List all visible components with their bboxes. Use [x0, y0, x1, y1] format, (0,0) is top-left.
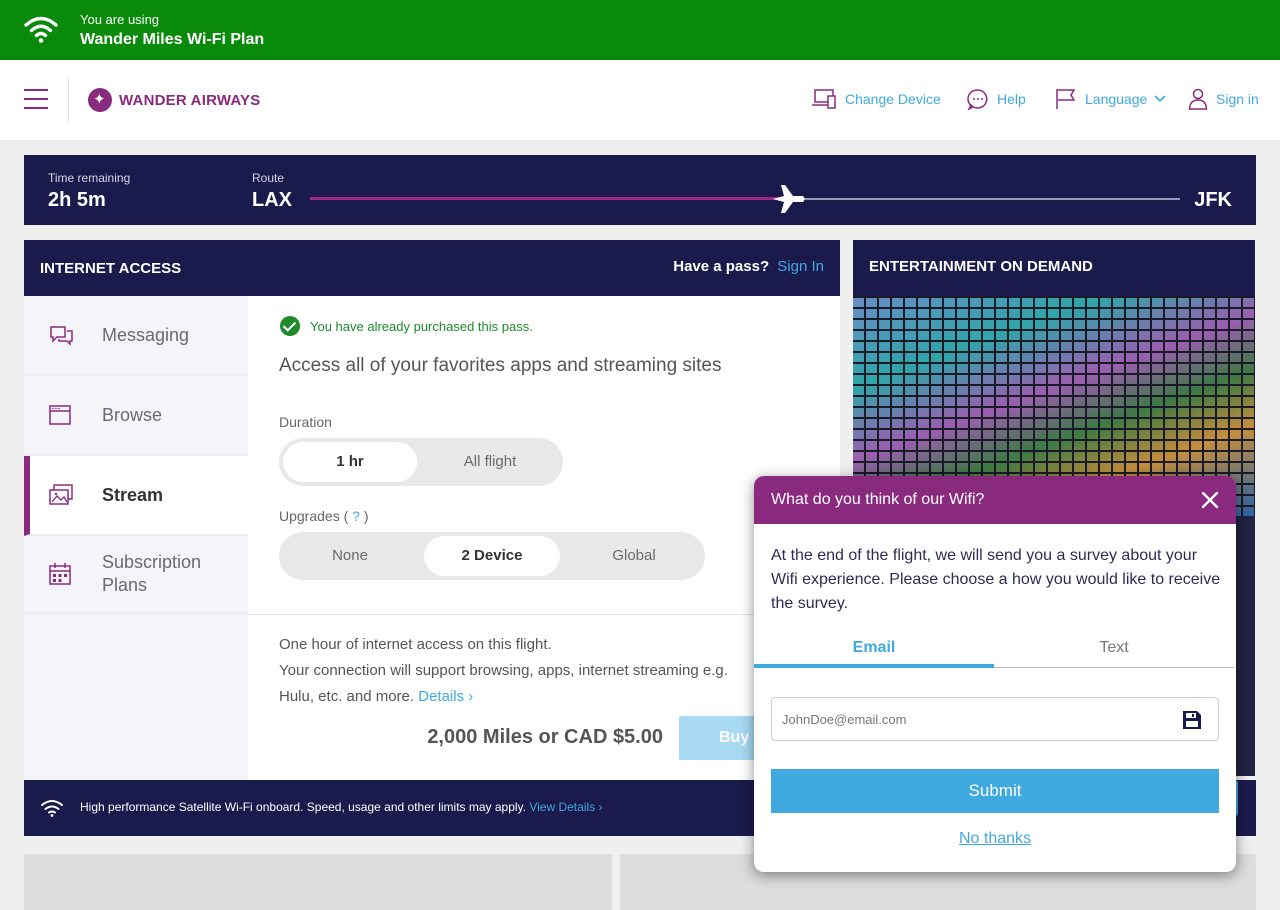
- close-icon[interactable]: [1200, 490, 1220, 510]
- banner-caption: You are using: [80, 12, 160, 27]
- duration-selector: 1 hr All flight: [279, 438, 563, 486]
- gallery-icon: [49, 484, 73, 505]
- description-line: Your connection will support browsing, a…: [279, 662, 728, 679]
- time-remaining-value: 2h 5m: [48, 189, 106, 211]
- upgrades-label-text: Upgrades (: [279, 508, 349, 524]
- pass-details-panel: You have already purchased this pass. Ac…: [248, 296, 840, 780]
- sign-in-label: Sign in: [1216, 91, 1259, 107]
- survey-title: What do you think of our Wifi?: [771, 491, 985, 508]
- chat-bubble-icon: [967, 89, 988, 110]
- have-pass-prompt: Have a pass? Sign In: [673, 258, 824, 275]
- internet-access-header: INTERNET ACCESS Have a pass? Sign In: [24, 240, 840, 296]
- upgrade-selector: None 2 Device Global: [279, 532, 705, 580]
- purchase-status-text: You have already purchased this pass.: [310, 318, 533, 334]
- brand-logo[interactable]: WANDER AIRWAYS: [88, 88, 260, 112]
- upgrades-label-close: ): [363, 508, 369, 524]
- banner-plan-name: Wander Miles Wi-Fi Plan: [80, 31, 265, 48]
- change-device-button[interactable]: Change Device: [811, 88, 941, 110]
- sidebar-item-label: Stream: [102, 484, 164, 505]
- tab-email[interactable]: Email: [754, 636, 994, 668]
- wifi-info-message: High performance Satellite Wi-Fi onboard…: [80, 800, 526, 814]
- flag-icon: [1056, 89, 1076, 109]
- wifi-plan-banner: You are using Wander Miles Wi-Fi Plan: [0, 0, 1280, 60]
- wifi-survey-dialog: What do you think of our Wifi? At the en…: [754, 476, 1236, 872]
- pass-sign-in-link[interactable]: Sign In: [777, 258, 824, 275]
- duration-label: Duration: [279, 414, 332, 430]
- no-thanks-link[interactable]: No thanks: [754, 830, 1236, 848]
- duration-option-1hr[interactable]: 1 hr: [283, 442, 417, 482]
- brand-name: WANDER AIRWAYS: [119, 91, 261, 109]
- pass-headline: Access all of your favorites apps and st…: [279, 355, 722, 376]
- wifi-icon: [24, 16, 58, 43]
- hamburger-menu-button[interactable]: [24, 89, 48, 111]
- devices-icon: [812, 89, 836, 109]
- time-remaining-label: Time remaining: [48, 171, 131, 185]
- entertainment-header: ENTERTAINMENT ON DEMAND: [853, 240, 1255, 296]
- survey-dialog-header: What do you think of our Wifi?: [754, 476, 1236, 524]
- tab-text[interactable]: Text: [994, 636, 1234, 668]
- upgrades-help-link[interactable]: ?: [352, 508, 360, 524]
- email-field[interactable]: [782, 708, 1162, 730]
- details-link[interactable]: Details ›: [418, 688, 473, 705]
- help-label: Help: [997, 91, 1026, 107]
- upgrade-option-none[interactable]: None: [283, 536, 417, 576]
- chevron-down-icon: [1154, 95, 1166, 103]
- entertainment-title: ENTERTAINMENT ON DEMAND: [869, 258, 1093, 275]
- change-device-label: Change Device: [845, 91, 941, 107]
- sidebar-item-browse[interactable]: Browse: [24, 376, 248, 456]
- chat-icon: [50, 326, 73, 346]
- duration-option-all-flight[interactable]: All flight: [421, 442, 559, 482]
- help-button[interactable]: Help: [967, 88, 1026, 110]
- language-label: Language: [1085, 91, 1148, 107]
- browser-icon: [49, 405, 71, 425]
- purchase-status: You have already purchased this pass.: [280, 316, 533, 336]
- language-dropdown[interactable]: Language: [1055, 88, 1167, 110]
- upgrade-option-global[interactable]: Global: [567, 536, 701, 576]
- upgrade-option-2-device[interactable]: 2 Device: [424, 536, 560, 576]
- description-line: Hulu, etc. and more. Details ›: [279, 684, 799, 710]
- user-icon: [1188, 88, 1208, 110]
- view-details-link[interactable]: View Details ›: [529, 800, 602, 814]
- sidebar-item-subscription-plans[interactable]: Subscription Plans: [24, 536, 248, 614]
- calendar-icon: [49, 563, 71, 585]
- survey-message: At the end of the flight, we will send y…: [771, 547, 1221, 612]
- route-progress: [310, 197, 789, 200]
- wifi-icon: [41, 800, 63, 817]
- promo-card: [24, 854, 612, 910]
- have-pass-text: Have a pass?: [673, 258, 770, 275]
- airplane-icon: [773, 185, 805, 213]
- header-divider: [68, 76, 69, 124]
- submit-button[interactable]: Submit: [771, 769, 1219, 813]
- save-icon[interactable]: [1182, 710, 1202, 730]
- route-label: Route: [252, 171, 285, 185]
- route-destination: JFK: [1194, 189, 1232, 211]
- route-origin: LAX: [252, 189, 292, 211]
- sidebar-item-label: Subscription Plans: [102, 552, 202, 595]
- description-text: Hulu, etc. and more.: [279, 688, 415, 705]
- pass-description: One hour of internet access on this flig…: [279, 632, 799, 710]
- access-type-sidebar: Messaging Browse Stream Subscription Pla…: [24, 296, 248, 780]
- email-field-wrapper: [771, 697, 1219, 741]
- sidebar-item-messaging[interactable]: Messaging: [24, 296, 248, 376]
- description-line: One hour of internet access on this flig…: [279, 636, 552, 653]
- internet-access-title: INTERNET ACCESS: [40, 260, 182, 277]
- pass-price: 2,000 Miles or CAD $5.00: [427, 726, 663, 748]
- star-logo-icon: [88, 88, 112, 112]
- wifi-info-text: High performance Satellite Wi-Fi onboard…: [80, 800, 602, 814]
- flight-route-bar: Time remaining 2h 5m Route LAX JFK: [24, 155, 1256, 225]
- upgrades-label: Upgrades ( ? ): [279, 508, 369, 524]
- check-circle-icon: [280, 316, 300, 336]
- panel-divider: [248, 614, 840, 615]
- sidebar-item-label: Messaging: [102, 324, 190, 345]
- sidebar-item-label: Browse: [102, 404, 163, 425]
- sidebar-item-stream[interactable]: Stream: [24, 456, 248, 536]
- sign-in-button[interactable]: Sign in: [1188, 88, 1259, 110]
